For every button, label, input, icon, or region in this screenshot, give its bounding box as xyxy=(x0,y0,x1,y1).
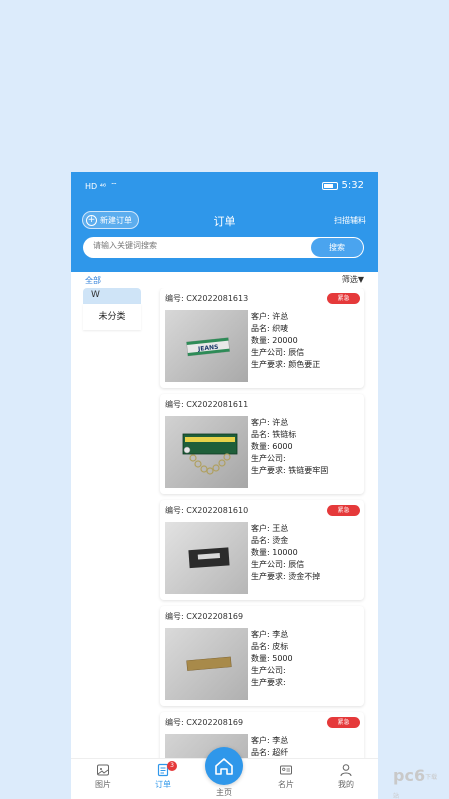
product-image: JEANS xyxy=(165,310,248,382)
tab-mine-label: 我的 xyxy=(338,780,354,789)
tab-orders-label: 订单 xyxy=(155,780,171,789)
company: 生产公司: xyxy=(251,454,286,463)
tab-orders[interactable]: 3 订单 xyxy=(143,761,183,790)
search-input[interactable] xyxy=(93,241,293,250)
urgent-badge: 紧急 xyxy=(327,505,360,516)
orders-badge: 3 xyxy=(167,761,177,771)
customer: 客户: 李总 xyxy=(251,630,289,639)
page-title: 订单 xyxy=(213,215,236,228)
tab-photos-label: 图片 xyxy=(95,780,111,789)
bottom-tab-bar: 图片 3 订单 主页 名片 我的 xyxy=(71,747,378,799)
tab-cards-label: 名片 xyxy=(278,780,294,789)
product-name: 品名: 铁链标 xyxy=(251,430,297,439)
urgent-badge: 紧急 xyxy=(327,717,360,728)
order-card[interactable]: 编号: CX2022081613 紧急 JEANS 客户: 许总 品名: 织唛 … xyxy=(160,288,364,388)
quantity: 数量: 5000 xyxy=(251,654,293,663)
order-number: 编号: CX2022081610 xyxy=(165,506,249,515)
user-icon xyxy=(340,764,352,777)
sidebar-group-w[interactable]: W xyxy=(83,288,141,304)
home-label: 主页 xyxy=(216,788,232,797)
customer: 客户: 许总 xyxy=(251,312,289,321)
product-name: 品名: 织唛 xyxy=(251,324,289,333)
status-bar: HD ⁴⁶ ⌔ 5:32 xyxy=(71,172,378,202)
company: 生产公司: 辰信 xyxy=(251,560,305,569)
battery-icon xyxy=(321,181,338,190)
customer: 客户: 许总 xyxy=(251,418,289,427)
requirement: 生产要求: xyxy=(251,678,286,687)
quantity: 数量: 10000 xyxy=(251,548,298,557)
woven-label-image: JEANS xyxy=(186,337,230,357)
order-info: 客户: 许总 品名: 织唛 数量: 20000 生产公司: 辰信 生产要求: 颜… xyxy=(251,311,320,371)
category-sidebar: W 未分类 xyxy=(71,288,157,758)
app-header: HD ⁴⁶ ⌔ 5:32 + 新建订单 订单 扫描辅料 搜索 xyxy=(71,172,378,272)
customer: 客户: 李总 xyxy=(251,736,289,745)
customer: 客户: 王总 xyxy=(251,524,289,533)
product-image xyxy=(165,628,248,700)
order-card[interactable]: 编号: CX2022081610 紧急 客户: 王总 品名: 烫金 数量: 10… xyxy=(160,500,364,600)
product-name: 品名: 皮标 xyxy=(251,642,289,651)
requirement: 生产要求: 颜色要正 xyxy=(251,360,321,369)
product-name: 品名: 超纤 xyxy=(251,748,289,757)
watermark-text: pc6 xyxy=(393,766,426,785)
order-list: 编号: CX2022081613 紧急 JEANS 客户: 许总 品名: 织唛 … xyxy=(157,288,367,758)
product-image xyxy=(165,416,248,488)
tab-photos[interactable]: 图片 xyxy=(83,763,123,790)
chain-label-image xyxy=(182,433,238,475)
order-info: 客户: 李总 品名: 超纤 xyxy=(251,735,288,758)
order-number: 编号: CX2022081611 xyxy=(165,400,249,409)
foil-label-image xyxy=(188,547,230,569)
filter-row: 全部 筛选▼ xyxy=(71,272,378,288)
status-time: 5:32 xyxy=(341,180,364,191)
network-text: HD ⁴⁶ xyxy=(85,181,107,191)
order-info: 客户: 王总 品名: 烫金 数量: 10000 生产公司: 辰信 生产要求: 烫… xyxy=(251,523,320,583)
order-card[interactable]: 编号: CX202208169 客户: 李总 品名: 皮标 数量: 5000 生… xyxy=(160,606,364,706)
category-all[interactable]: 全部 xyxy=(85,275,101,286)
order-number: 编号: CX202208169 xyxy=(165,612,244,621)
wifi-icon: ⌔ xyxy=(110,181,118,190)
scan-accessories-button[interactable]: 扫描辅料 xyxy=(334,215,366,226)
urgent-badge: 紧急 xyxy=(327,293,360,304)
filter-button[interactable]: 筛选▼ xyxy=(342,274,364,285)
quantity: 数量: 6000 xyxy=(251,442,293,451)
sidebar-item-uncategorized[interactable]: 未分类 xyxy=(83,304,141,330)
phone-screen: HD ⁴⁶ ⌔ 5:32 + 新建订单 订单 扫描辅料 搜索 全部 筛选▼ W … xyxy=(71,172,378,799)
search-button[interactable]: 搜索 xyxy=(311,238,363,257)
pc6-watermark: pc6下载站 xyxy=(393,766,443,799)
quantity: 数量: 20000 xyxy=(251,336,298,345)
order-info: 客户: 许总 品名: 铁链标 数量: 6000 生产公司: 生产要求: 铁链要牢… xyxy=(251,417,328,477)
order-number: 编号: CX202208169 xyxy=(165,718,244,727)
product-image xyxy=(165,522,248,594)
product-name: 品名: 烫金 xyxy=(251,536,289,545)
search-bar: 搜索 xyxy=(83,237,364,258)
leather-label-image xyxy=(186,656,232,671)
home-button[interactable] xyxy=(205,747,243,785)
requirement: 生产要求: 铁链要牢固 xyxy=(251,466,329,475)
business-card-icon xyxy=(280,765,292,775)
order-number: 编号: CX2022081613 xyxy=(165,294,249,303)
order-card[interactable]: 编号: CX202208169 紧急 客户: 李总 品名: 超纤 xyxy=(160,712,364,758)
company: 生产公司: 辰信 xyxy=(251,348,305,357)
company: 生产公司: xyxy=(251,666,286,675)
requirement: 生产要求: 烫金不掉 xyxy=(251,572,321,581)
network-status: HD ⁴⁶ ⌔ xyxy=(85,181,118,191)
photo-icon xyxy=(97,764,109,776)
order-info: 客户: 李总 品名: 皮标 数量: 5000 生产公司: 生产要求: xyxy=(251,629,293,689)
tab-mine[interactable]: 我的 xyxy=(326,763,366,790)
order-card[interactable]: 编号: CX2022081611 客户: 许总 品名: 铁链标 数量: 6000… xyxy=(160,394,364,494)
home-icon xyxy=(215,758,233,775)
tab-business-cards[interactable]: 名片 xyxy=(266,763,306,790)
